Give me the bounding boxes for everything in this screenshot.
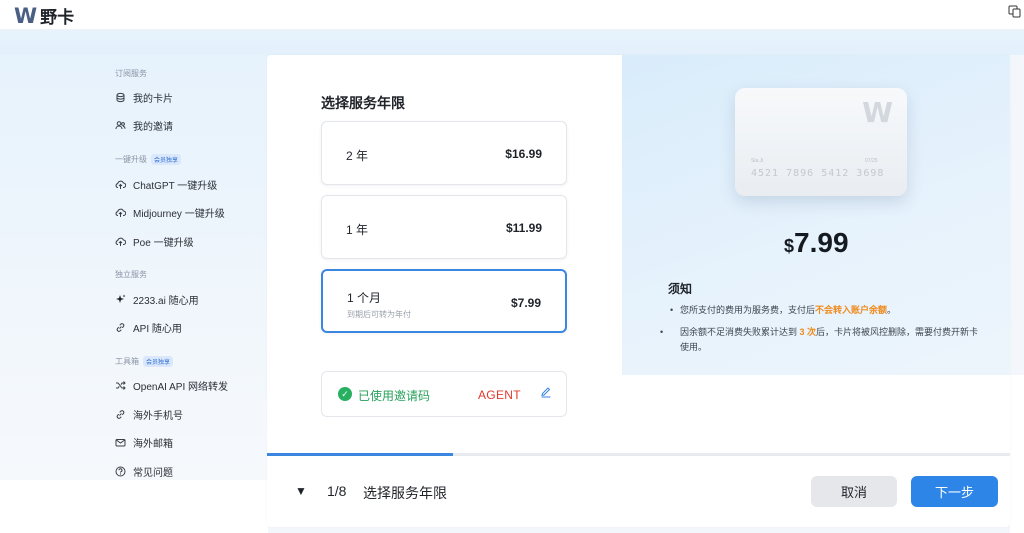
plan-name: 1 个月 [347, 291, 382, 305]
section-title-toolbox: 工具箱 会员独享 [115, 356, 174, 367]
app-name: 野卡 [40, 8, 75, 28]
notice-text: 您所支付的费用为服务费，支付后 [680, 305, 816, 315]
help-icon [115, 466, 126, 477]
top-bar: W 野卡 [0, 0, 1024, 30]
coins-icon [115, 92, 126, 103]
section-title-text: 独立服务 [115, 270, 147, 279]
sidebar-item-email[interactable]: 海外邮箱 [115, 433, 173, 451]
notice-text: 。 [887, 305, 897, 315]
step-counter: 1/8 [327, 483, 347, 499]
card-preview-panel: W Sla.Ji 07/25 4521 7896 5412 3698 $7.99… [622, 55, 1010, 375]
plan-name: 1 年 [346, 223, 369, 237]
plan-option-1-year[interactable]: 1 年 $11.99 [321, 195, 567, 259]
page-background-bottom [0, 480, 268, 533]
sidebar-item-label: ChatGPT 一键升级 [133, 180, 218, 192]
edit-icon[interactable] [540, 386, 552, 401]
logo-mark: W [14, 3, 37, 28]
sidebar-item-label: 我的卡片 [133, 93, 173, 105]
total-price: $7.99 [784, 227, 849, 259]
language-icon[interactable] [1008, 5, 1022, 19]
sidebar-item-label: 我的邀请 [133, 121, 173, 133]
section-title-standalone: 独立服务 [115, 269, 147, 280]
member-badge: 会员独享 [151, 154, 182, 165]
price-amount: 7.99 [794, 227, 849, 258]
section-title-text: 工具箱 [115, 357, 139, 366]
notice-text: 因余额不足消费失败累计达到 [680, 327, 800, 337]
sidebar-item-label: OpenAI API 网络转发 [133, 381, 229, 393]
page-background-right [1010, 375, 1024, 533]
card-logo-mark: W [862, 96, 893, 129]
notice-highlight: 不会转入账户余额 [815, 305, 888, 315]
card-number: 4521 7896 5412 3698 [751, 168, 885, 179]
collapse-triangle-icon[interactable]: ▼ [295, 484, 307, 498]
section-title-text: 一键升级 [115, 155, 147, 164]
link-icon [115, 322, 126, 333]
sidebar-item-my-cards[interactable]: 我的卡片 [115, 88, 173, 106]
step-footer: ▼ 1/8 选择服务年限 取消 下一步 [267, 456, 1010, 527]
sidebar-item-poe-upgrade[interactable]: Poe 一键升级 [115, 232, 194, 250]
sidebar-item-openai-forward[interactable]: OpenAI API 网络转发 [115, 376, 228, 394]
sidebar-item-faq[interactable]: 常见问题 [115, 462, 173, 480]
cloud-upload-icon [115, 207, 126, 218]
sidebar-item-phone-number[interactable]: 海外手机号 [115, 405, 183, 423]
next-step-button[interactable]: 下一步 [911, 476, 998, 507]
member-badge: 会员独享 [143, 356, 174, 367]
section-title-text: 订阅服务 [115, 69, 147, 78]
cloud-upload-icon [115, 179, 126, 190]
invite-code-box: ✓ 已使用邀请码 AGENT [321, 371, 567, 417]
plan-subtitle: 到期后可转为年付 [347, 310, 411, 319]
plan-price: $16.99 [505, 147, 542, 161]
price-currency: $ [784, 236, 795, 256]
plan-price: $11.99 [505, 221, 542, 235]
shuffle-icon [115, 380, 126, 391]
check-circle-icon: ✓ [338, 387, 352, 401]
sidebar-item-label: 2233.ai 随心用 [133, 295, 199, 307]
sidebar-item-label: API 随心用 [133, 323, 182, 335]
card-holder-name: Sla.Ji [751, 158, 764, 164]
plan-section-title: 选择服务年限 [321, 95, 405, 111]
sidebar-item-label: 常见问题 [133, 467, 173, 479]
link-icon [115, 409, 126, 420]
sidebar-item-label: Poe 一键升级 [133, 237, 194, 249]
sparkle-icon [115, 294, 126, 305]
mail-icon [115, 437, 126, 448]
sidebar-item-label: 海外手机号 [133, 410, 183, 422]
notice-item: • 因余额不足消费失败累计达到 3 次后，卡片将被风控删除，需要付费开新卡使用。 [660, 327, 979, 352]
invite-code-value: AGENT [478, 388, 521, 402]
plan-option-1-month[interactable]: 1 个月 到期后可转为年付 $7.99 [321, 269, 567, 333]
users-icon [115, 120, 126, 131]
sidebar-item-my-invites[interactable]: 我的邀请 [115, 116, 173, 134]
card-illustration: W Sla.Ji 07/25 4521 7896 5412 3698 [735, 88, 907, 196]
plan-price: $7.99 [510, 296, 541, 310]
sidebar-item-label: Midjourney 一键升级 [133, 208, 225, 220]
section-title-upgrade: 一键升级 会员独享 [115, 154, 182, 165]
notice-highlight: 3 次 [799, 327, 817, 337]
sidebar-item-2233ai[interactable]: 2233.ai 随心用 [115, 290, 199, 308]
section-title-subscription: 订阅服务 [115, 68, 147, 79]
page-background-top [0, 30, 1024, 55]
purchase-card: 选择服务年限 2 年 $16.99 1 年 $11.99 1 个月 到期后可转为… [267, 55, 1010, 527]
plan-option-2-years[interactable]: 2 年 $16.99 [321, 121, 567, 185]
card-expiry: 07/25 [865, 158, 878, 164]
invite-code-label: 已使用邀请码 [358, 389, 431, 403]
cancel-button[interactable]: 取消 [811, 476, 897, 507]
sidebar-item-chatgpt-upgrade[interactable]: ChatGPT 一键升级 [115, 175, 217, 193]
sidebar-item-label: 海外邮箱 [133, 438, 173, 450]
notice-title: 须知 [668, 282, 693, 296]
plan-name: 2 年 [346, 149, 369, 163]
cloud-upload-icon [115, 236, 126, 247]
app-logo[interactable]: W 野卡 [14, 3, 75, 29]
notice-item: • 您所支付的费用为服务费，支付后不会转入账户余额。 [670, 305, 897, 315]
step-title: 选择服务年限 [363, 485, 447, 501]
sidebar-item-midjourney-upgrade[interactable]: Midjourney 一键升级 [115, 203, 225, 221]
sidebar-item-api[interactable]: API 随心用 [115, 318, 182, 336]
